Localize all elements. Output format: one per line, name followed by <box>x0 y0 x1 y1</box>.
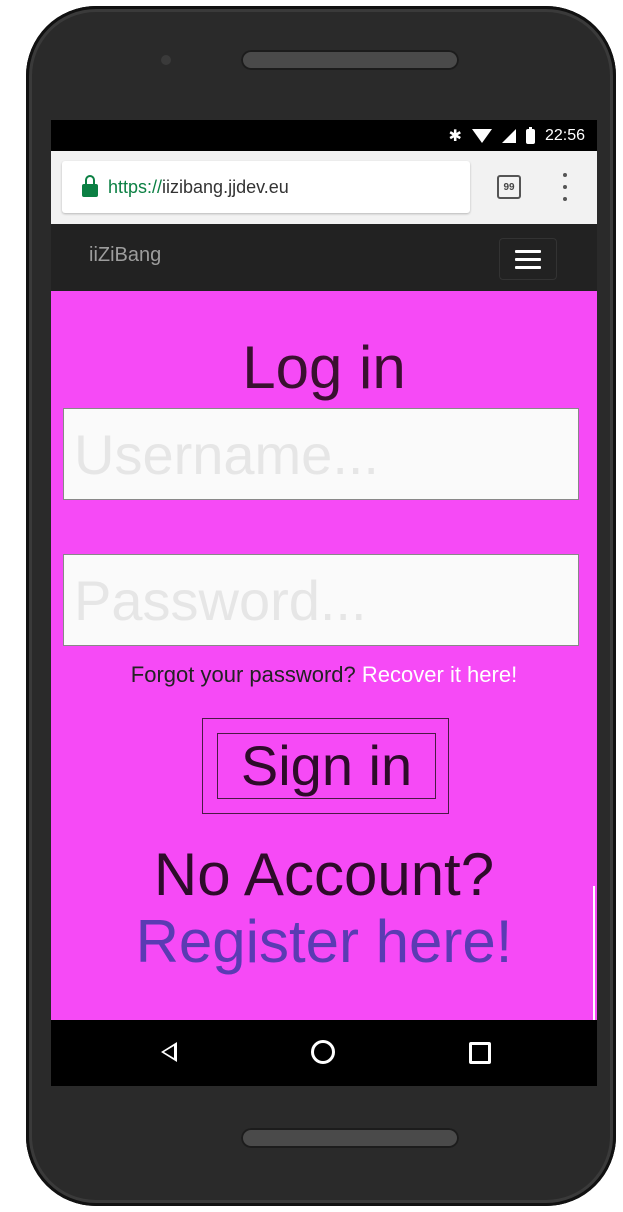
username-input[interactable] <box>63 408 579 500</box>
wifi-icon <box>471 129 492 143</box>
page-title: Log in <box>242 334 406 401</box>
url-scheme: https:// <box>108 176 163 197</box>
login-page: Log in Forgot your password? Recover it … <box>51 291 597 1020</box>
forgot-password-row: Forgot your password? Recover it here! <box>51 662 597 688</box>
top-speaker <box>241 50 459 70</box>
status-icons: ✱ 22:56 <box>449 126 585 146</box>
address-bar[interactable]: https://iizibang.jjdev.eu <box>62 161 470 213</box>
scroll-edge <box>593 886 595 1020</box>
android-nav-bar <box>51 1020 597 1086</box>
browser-toolbar: https://iizibang.jjdev.eu 99 <box>51 151 597 224</box>
status-time: 22:56 <box>544 127 585 144</box>
recover-password-link[interactable]: Recover it here! <box>362 662 517 687</box>
site-navbar: iiZiBang <box>51 224 597 291</box>
tab-switcher-button[interactable]: 99 <box>497 175 521 199</box>
status-bar: ✱ 22:56 <box>51 120 597 151</box>
front-camera <box>161 55 171 65</box>
lock-icon <box>82 174 98 197</box>
url-text: https://iizibang.jjdev.eu <box>108 177 289 198</box>
browser-menu-icon[interactable] <box>561 173 569 201</box>
url-host: iizibang.jjdev.eu <box>162 176 289 197</box>
back-icon[interactable] <box>161 1042 177 1062</box>
home-icon[interactable] <box>311 1040 335 1064</box>
battery-icon <box>525 126 535 144</box>
signal-icon <box>501 129 516 143</box>
no-account-text: No Account? <box>153 841 495 908</box>
device-screen: ✱ 22:56 https://iizibang.jjdev.eu 99 iiZ… <box>51 120 597 1086</box>
bluetooth-icon: ✱ <box>448 128 462 145</box>
password-input[interactable] <box>63 554 579 646</box>
signin-button-frame: Sign in <box>202 718 449 814</box>
register-link[interactable]: Register here! <box>51 909 597 975</box>
site-brand[interactable]: iiZiBang <box>89 244 161 267</box>
hamburger-menu-icon[interactable] <box>499 238 557 280</box>
signin-button[interactable]: Sign in <box>217 733 436 799</box>
forgot-password-text: Forgot your password? <box>130 662 356 687</box>
bottom-speaker <box>241 1128 459 1148</box>
recent-apps-icon[interactable] <box>469 1042 491 1064</box>
